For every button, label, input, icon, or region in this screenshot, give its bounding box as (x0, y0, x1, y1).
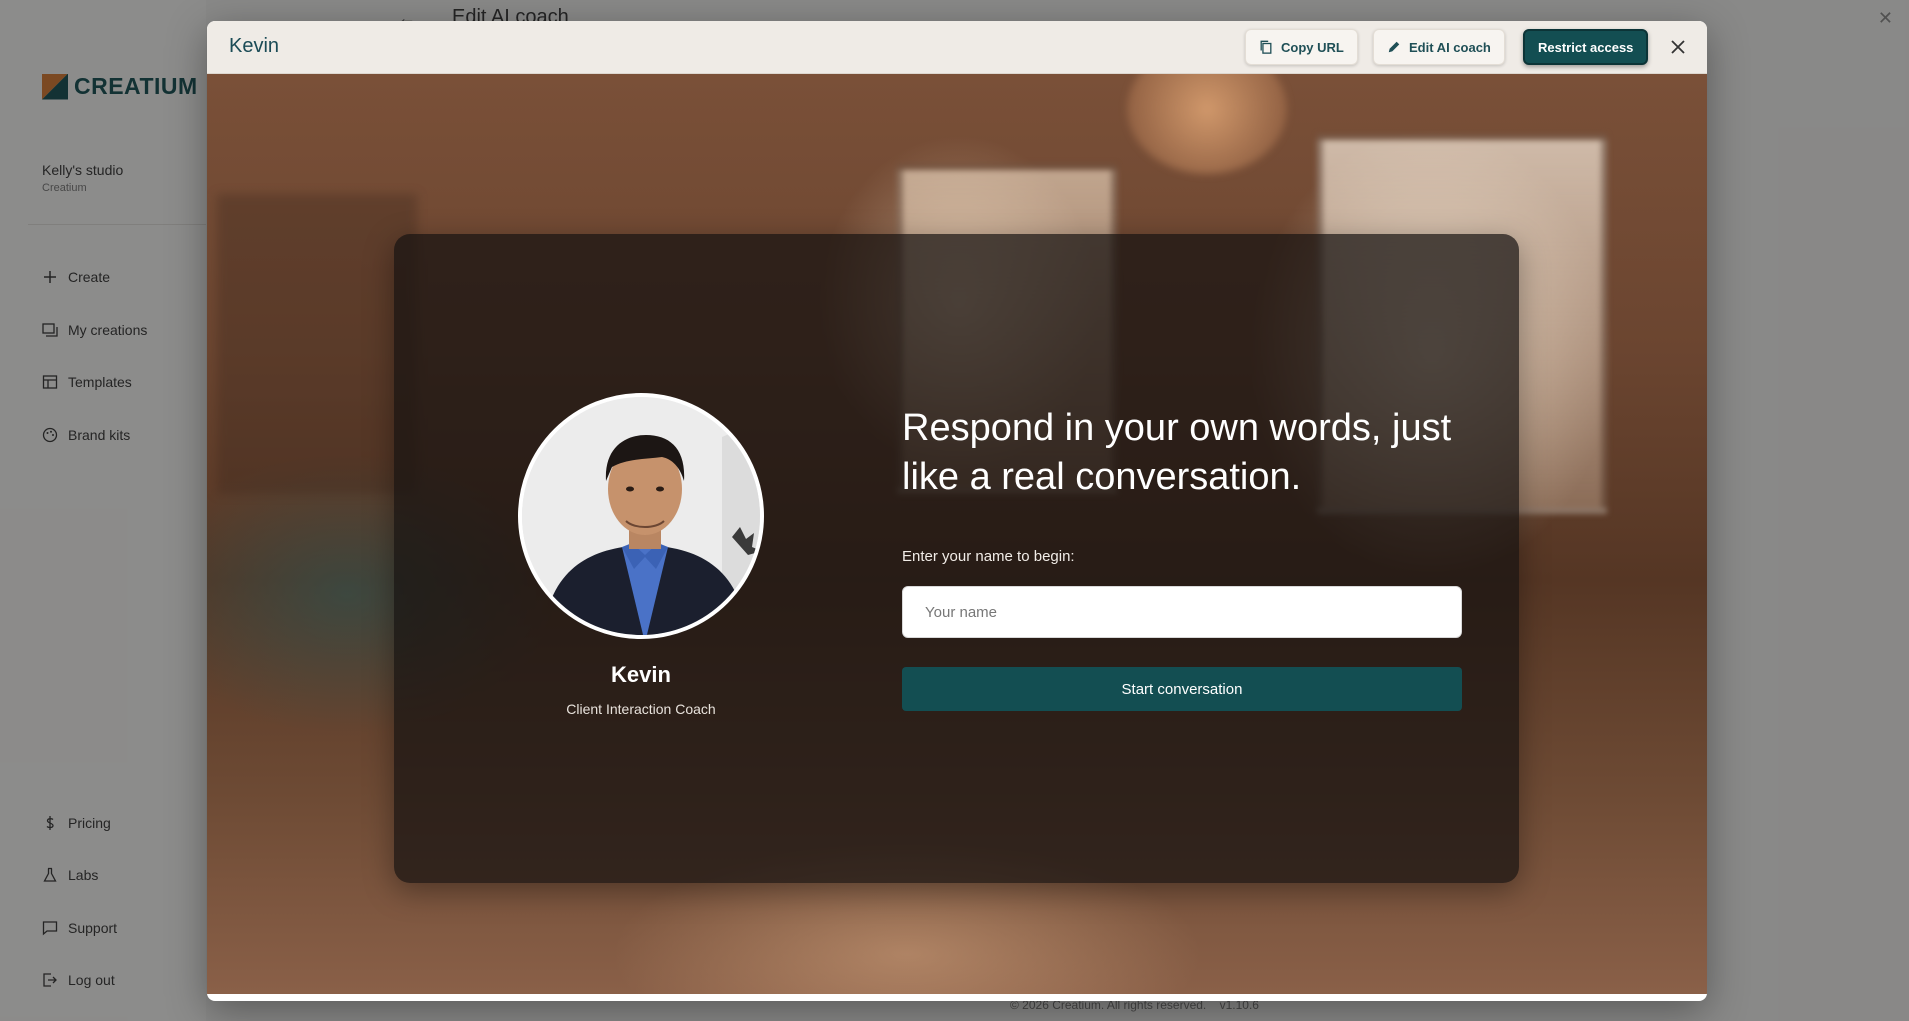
coach-portrait-image (522, 397, 760, 635)
classroom-background-image: Kevin Client Interaction Coach Respond i… (207, 74, 1707, 994)
modal-title: Kevin (229, 35, 280, 57)
pencil-icon (1388, 41, 1400, 53)
copy-url-label: Copy URL (1281, 39, 1344, 55)
intro-headline: Respond in your own words, just like a r… (902, 407, 1452, 498)
edit-ai-coach-button[interactable]: Edit AI coach (1373, 29, 1505, 65)
copy-url-button[interactable]: Copy URL (1245, 29, 1358, 65)
restrict-access-label: Restrict access (1538, 39, 1634, 55)
preview-modal: Kevin Copy URL Edit AI coach Restrict ac… (207, 21, 1707, 1001)
edit-ai-coach-label: Edit AI coach (1409, 39, 1491, 55)
name-field-label: Enter your name to begin: (902, 548, 1075, 565)
intro-card: Kevin Client Interaction Coach Respond i… (394, 234, 1519, 883)
modal-header: Kevin Copy URL Edit AI coach Restrict ac… (207, 21, 1707, 74)
start-conversation-button[interactable]: Start conversation (902, 667, 1462, 711)
name-input[interactable] (902, 586, 1462, 638)
close-icon[interactable] (1666, 35, 1690, 59)
coach-name: Kevin (611, 662, 671, 687)
copy-icon (1260, 40, 1272, 54)
restrict-access-button[interactable]: Restrict access (1523, 29, 1649, 65)
avatar (518, 393, 764, 639)
coach-role: Client Interaction Coach (566, 701, 716, 717)
